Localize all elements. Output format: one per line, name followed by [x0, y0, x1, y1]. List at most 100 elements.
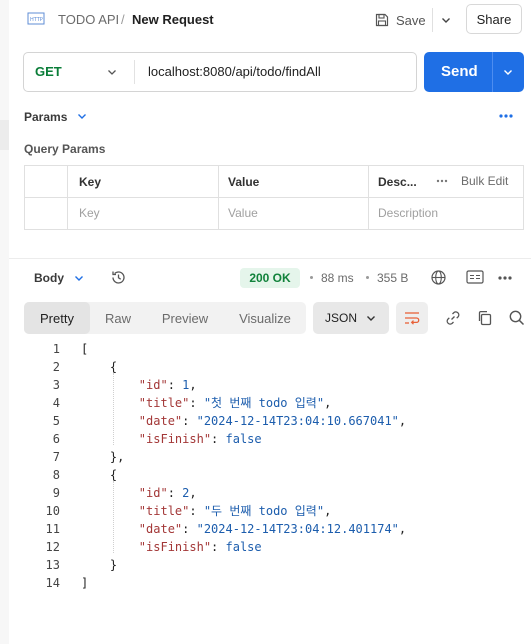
- params-tab[interactable]: Params: [24, 110, 67, 124]
- status-badge[interactable]: 200 OK: [240, 268, 300, 288]
- separator-dot: [366, 276, 369, 279]
- line-number: 7: [52, 450, 60, 464]
- copy-icon[interactable]: [476, 309, 494, 327]
- table-column-divider: [67, 165, 68, 230]
- send-divider: [492, 52, 493, 92]
- code-line: 9 "id": 2,: [44, 484, 406, 502]
- save-label: Save: [396, 12, 426, 28]
- breadcrumb-collection[interactable]: TODO API: [58, 12, 119, 28]
- column-header-value: Value: [228, 175, 260, 189]
- response-time[interactable]: 88 ms: [321, 271, 354, 285]
- http-icon: HTTP: [27, 12, 45, 25]
- editor-scrollbar[interactable]: [516, 340, 524, 640]
- table-divider: [24, 197, 524, 198]
- response-body-tab[interactable]: Body: [34, 271, 64, 285]
- description-input[interactable]: Description: [378, 206, 438, 220]
- tab-pretty[interactable]: Pretty: [24, 302, 90, 334]
- code-text: [: [81, 342, 89, 356]
- svg-text:HTTP: HTTP: [30, 17, 43, 23]
- save-options-button[interactable]: [432, 8, 459, 32]
- code-line: 8 {: [44, 466, 406, 484]
- code-text: {: [81, 360, 118, 374]
- tab-raw[interactable]: Raw: [92, 302, 144, 334]
- code-line: 10 "title": "두 번째 todo 입력",: [44, 502, 406, 520]
- code-line: 14]: [44, 574, 406, 592]
- code-text: "title": "두 번째 todo 입력",: [138, 504, 332, 518]
- wrap-icon: [405, 312, 420, 325]
- chevron-down-icon[interactable]: [106, 66, 118, 78]
- code-line: 11 "date": "2024-12-14T23:04:12.401174",: [44, 520, 407, 538]
- line-number: 11: [45, 522, 60, 536]
- code-line: 12 "isFinish": false: [44, 538, 406, 556]
- line-number: 2: [52, 360, 60, 374]
- more-icon[interactable]: [436, 179, 448, 183]
- line-number: 5: [52, 414, 60, 428]
- value-input[interactable]: Value: [228, 206, 258, 220]
- code-text: {: [81, 468, 118, 482]
- line-number: 4: [52, 396, 60, 410]
- sidebar-marker: [0, 120, 9, 150]
- wrap-lines-button[interactable]: [396, 302, 428, 334]
- query-params-heading: Query Params: [24, 142, 106, 156]
- line-number: 3: [52, 378, 60, 392]
- code-line: 1[: [44, 340, 406, 358]
- chevron-down-icon[interactable]: [73, 272, 85, 284]
- code-line: 2 {: [44, 358, 406, 376]
- code-line: 7 },: [44, 448, 406, 466]
- send-label[interactable]: Send: [441, 63, 478, 81]
- line-number: 10: [45, 504, 60, 518]
- code-text: "title": "첫 번째 todo 입력",: [138, 396, 332, 410]
- save-icon: [375, 13, 389, 27]
- chevron-down-icon: [442, 18, 450, 23]
- line-number: 8: [52, 468, 60, 482]
- line-number: 9: [52, 486, 60, 500]
- line-number: 14: [45, 576, 60, 590]
- share-button[interactable]: Share: [466, 4, 522, 34]
- tab-preview[interactable]: Preview: [148, 302, 222, 334]
- response-size[interactable]: 355 B: [377, 271, 408, 285]
- request-title[interactable]: New Request: [132, 12, 214, 28]
- table-column-divider: [218, 165, 219, 230]
- tab-visualize[interactable]: Visualize: [226, 302, 304, 334]
- globe-icon[interactable]: [430, 269, 447, 286]
- line-number: 12: [45, 540, 60, 554]
- link-icon[interactable]: [444, 309, 462, 327]
- line-number: 1: [52, 342, 60, 356]
- format-label[interactable]: JSON: [325, 311, 357, 325]
- code-line: 5 "date": "2024-12-14T23:04:10.667041",: [44, 412, 406, 430]
- code-text: "id": 2,: [138, 486, 197, 500]
- table-column-divider: [368, 165, 369, 230]
- code-text: "date": "2024-12-14T23:04:12.401174",: [138, 522, 407, 536]
- left-sidebar-strip: [0, 0, 9, 644]
- code-text: "id": 1,: [138, 378, 197, 392]
- code-text: "date": "2024-12-14T23:04:10.667041",: [138, 414, 407, 428]
- code-line: 3 "id": 1,: [44, 376, 406, 394]
- chevron-down-icon[interactable]: [76, 110, 88, 122]
- method-divider: [134, 60, 135, 84]
- more-icon[interactable]: [497, 275, 513, 281]
- search-icon[interactable]: [508, 309, 526, 327]
- breadcrumb-separator: /: [121, 12, 125, 27]
- url-input[interactable]: localhost:8080/api/todo/findAll: [148, 64, 321, 80]
- pane-divider[interactable]: [9, 258, 531, 259]
- code-text: }: [81, 558, 118, 572]
- history-icon[interactable]: [110, 269, 127, 286]
- line-number: 6: [52, 432, 60, 446]
- key-input[interactable]: Key: [79, 206, 100, 220]
- chevron-down-icon[interactable]: [365, 312, 377, 324]
- save-response-icon[interactable]: [466, 269, 484, 285]
- code-text: },: [81, 450, 125, 464]
- chevron-down-icon[interactable]: [502, 66, 514, 78]
- code-text: ]: [81, 576, 89, 590]
- code-text: "isFinish": false: [138, 432, 262, 446]
- more-icon[interactable]: [498, 113, 514, 119]
- separator-dot: [310, 276, 313, 279]
- response-body-editor[interactable]: 1[2 {3 "id": 1, 4 "title": "첫 번째 todo 입력"…: [44, 340, 407, 592]
- method-select[interactable]: GET: [35, 64, 62, 80]
- save-button[interactable]: Save: [374, 8, 426, 32]
- bulk-edit-link[interactable]: Bulk Edit: [461, 174, 508, 188]
- column-header-key: Key: [79, 175, 102, 189]
- line-number: 13: [45, 558, 60, 572]
- code-line: 13 }: [44, 556, 406, 574]
- code-text: "isFinish": false: [138, 540, 262, 554]
